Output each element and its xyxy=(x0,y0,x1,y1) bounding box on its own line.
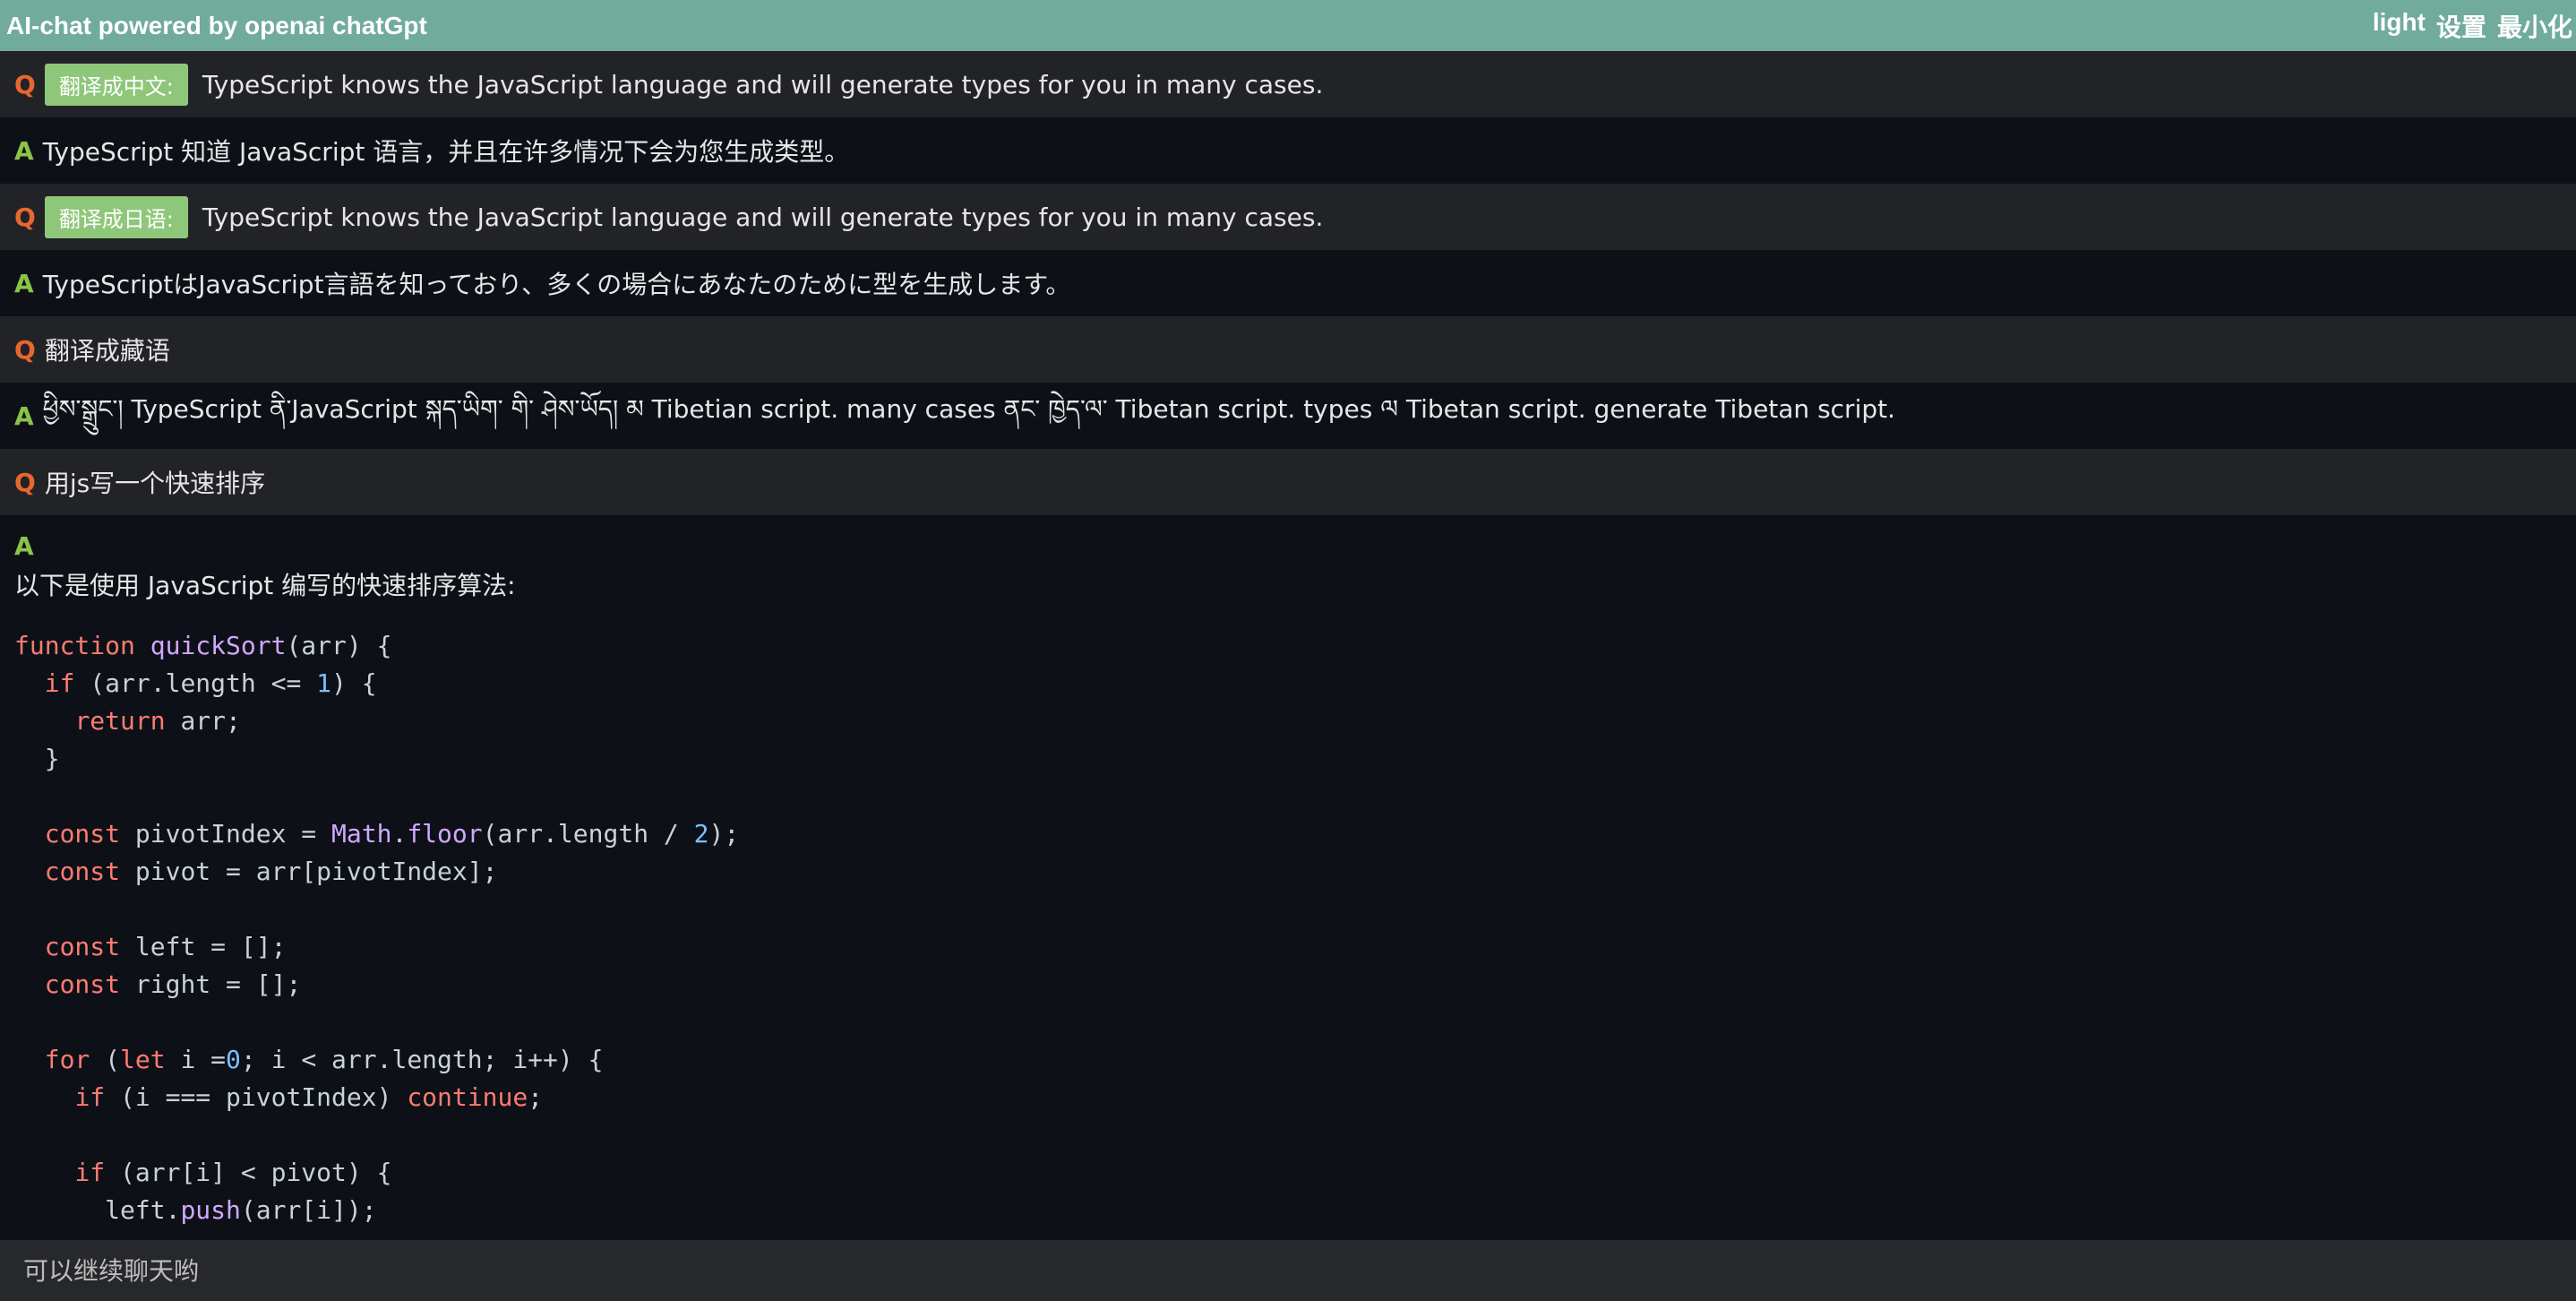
code-line: return arr; xyxy=(74,706,241,736)
code-answer: A 以下是使用 JavaScript 编写的快速排序算法: function q… xyxy=(0,515,2576,1229)
answer-intro: 以下是使用 JavaScript 编写的快速排序算法: xyxy=(14,571,516,600)
prompt-tag: 翻译成日语: xyxy=(44,195,188,238)
answer-row: A ཕྱིས་སྒྲུང་། TypeScript ནི་JavaScript … xyxy=(0,383,2576,449)
answer-text: TypeScript 知道 JavaScript 语言，并且在许多情况下会为您生… xyxy=(42,137,850,167)
question-marker: Q xyxy=(14,202,36,232)
answer-marker: A xyxy=(14,135,34,166)
code-line: const left = []; xyxy=(44,932,287,961)
answer-marker: A xyxy=(14,268,34,298)
title-actions: light 设置 最小化 xyxy=(2373,8,2572,44)
chat-history: Q 翻译成中文: TypeScript knows the JavaScript… xyxy=(0,51,2576,1229)
code-line: if (arr[i] < pivot) { xyxy=(74,1158,392,1187)
title-bar: AI-chat powered by openai chatGpt light … xyxy=(0,0,2576,51)
question-marker: Q xyxy=(14,334,36,365)
prompt-tag: 翻译成中文: xyxy=(44,63,188,106)
chat-input[interactable] xyxy=(21,1254,2555,1287)
answer-row: A TypeScriptはJavaScript言語を知っており、多くの場合にあな… xyxy=(0,250,2576,316)
answer-marker: A xyxy=(14,401,34,431)
minimize-button[interactable]: 最小化 xyxy=(2497,8,2572,44)
answer-text: TypeScriptはJavaScript言語を知っており、多くの場合にあなたの… xyxy=(42,270,1071,299)
question-text: TypeScript knows the JavaScript language… xyxy=(202,202,1324,232)
code-line: const pivotIndex = Math.floor(arr.length… xyxy=(44,819,740,849)
code-line: left.push(arr[i]); xyxy=(14,1195,377,1225)
code-line: if (i === pivotIndex) continue; xyxy=(74,1082,544,1112)
question-text: TypeScript knows the JavaScript language… xyxy=(202,69,1324,99)
answer-text: ཕྱིས་སྒྲུང་། TypeScript ནི་JavaScript སྐ… xyxy=(42,393,1896,424)
code-line: } xyxy=(14,744,60,773)
question-row: Q 翻译成藏语 xyxy=(0,316,2576,383)
code-line: for (let i =0; i < arr.length; i++) { xyxy=(44,1045,604,1074)
code-line: const right = []; xyxy=(44,969,302,999)
code-block: function quickSort(arr) { if (arr.length… xyxy=(14,627,2562,1229)
question-text: 翻译成藏语 xyxy=(44,336,170,366)
code-line: const pivot = arr[pivotIndex]; xyxy=(44,857,498,886)
app-title: AI-chat powered by openai chatGpt xyxy=(6,11,427,39)
code-line: if (arr.length <= 1) { xyxy=(44,668,377,698)
question-row: Q 翻译成日语: TypeScript knows the JavaScript… xyxy=(0,184,2576,250)
chat-input-bar xyxy=(0,1240,2576,1301)
question-row: Q 用js写一个快速排序 xyxy=(0,449,2576,515)
question-marker: Q xyxy=(14,69,36,99)
question-row: Q 翻译成中文: TypeScript knows the JavaScript… xyxy=(0,51,2576,117)
code-line: function quickSort(arr) { xyxy=(14,631,392,660)
settings-button[interactable]: 设置 xyxy=(2436,8,2486,44)
theme-toggle-button[interactable]: light xyxy=(2373,8,2426,44)
answer-marker: A xyxy=(14,531,34,561)
question-text: 用js写一个快速排序 xyxy=(44,469,266,498)
question-marker: Q xyxy=(14,467,36,497)
answer-row: A TypeScript 知道 JavaScript 语言，并且在许多情况下会为… xyxy=(0,117,2576,184)
